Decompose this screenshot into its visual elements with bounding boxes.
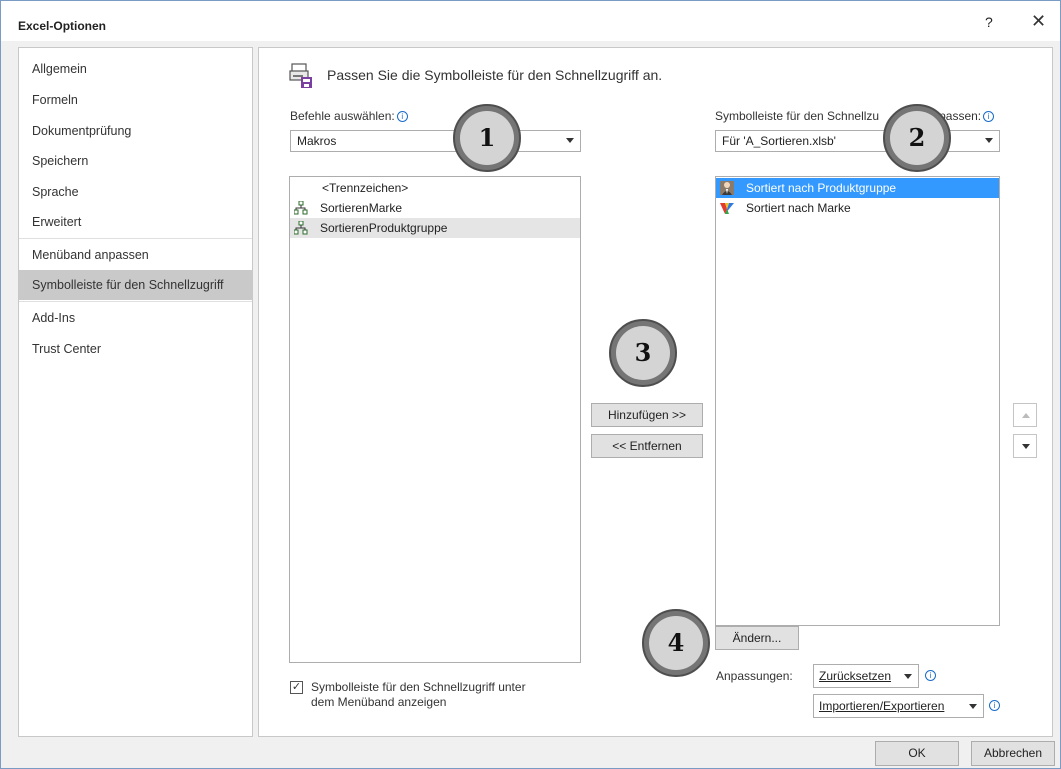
chevron-down-icon (904, 674, 912, 679)
callout-badge-4: 4 (642, 609, 710, 677)
callout-badge-1: 1 (453, 104, 521, 172)
nav-item-menueband[interactable]: Menüband anpassen (19, 240, 252, 270)
move-down-button[interactable] (1013, 434, 1037, 458)
import-export-dropdown[interactable]: Importieren/Exportieren (813, 694, 984, 718)
commands-dropdown[interactable]: Makros (290, 130, 581, 152)
cancel-button[interactable]: Abbrechen (971, 741, 1055, 766)
commands-label-text: Befehle auswählen: (290, 109, 395, 123)
excel-options-dialog: Excel-Optionen ? ✕ Allgemein Formeln Dok… (0, 0, 1061, 769)
nav-item-speichern[interactable]: Speichern (19, 146, 252, 176)
chevron-down-icon (969, 704, 977, 709)
colorful-v-icon (720, 203, 734, 214)
title-bar: Excel-Optionen ? ✕ (1, 1, 1060, 41)
callout-badge-2: 2 (883, 104, 951, 172)
list-item-label: SortierenProduktgruppe (320, 221, 448, 235)
toolbar-commands-list[interactable]: Sortiert nach Produktgruppe Sortiert nac… (715, 176, 1000, 626)
macro-icon (294, 221, 308, 235)
nav-item-formeln[interactable]: Formeln (19, 85, 252, 115)
nav-item-trust-center[interactable]: Trust Center (19, 334, 252, 364)
close-icon[interactable]: ✕ (1031, 11, 1046, 32)
nav-item-add-ins[interactable]: Add-Ins (19, 303, 252, 333)
add-button[interactable]: Hinzufügen >> (591, 403, 703, 427)
toolbar-label: Symbolleiste für den Schnellzu passen: i (715, 109, 995, 123)
macro-icon (294, 201, 308, 215)
toolbar-label-text: Symbolleiste für den Schnellzu (715, 109, 880, 123)
info-icon[interactable]: i (989, 700, 1000, 711)
nav-item-dokumentpruefung[interactable]: Dokumentprüfung (19, 116, 252, 146)
toolbar-scope-dropdown[interactable]: Für 'A_Sortieren.xlsb' (715, 130, 1000, 152)
toolbar-customize-icon (289, 63, 312, 88)
list-item-label: Sortiert nach Marke (746, 201, 851, 215)
commands-list[interactable]: <Trennzeichen> SortierenMarke SortierenP… (289, 176, 581, 663)
page-heading: Passen Sie die Symbolleiste für den Schn… (327, 67, 663, 83)
list-item[interactable]: Sortiert nach Marke (716, 198, 999, 218)
dialog-title: Excel-Optionen (18, 19, 107, 33)
callout-number: 1 (460, 111, 514, 165)
toolbar-scope-value: Für 'A_Sortieren.xlsb' (722, 134, 836, 148)
commands-dropdown-value: Makros (297, 134, 337, 148)
nav-item-schnellzugriff[interactable]: Symbolleiste für den Schnellzugriff (19, 270, 252, 300)
move-up-button[interactable] (1013, 403, 1037, 427)
import-export-label: Importieren/Exportieren (819, 699, 945, 713)
arrow-up-icon (1022, 413, 1030, 418)
list-item-label: Sortiert nach Produktgruppe (746, 181, 897, 195)
list-item[interactable]: SortierenMarke (290, 198, 580, 218)
checkbox-label-line2: dem Menüband anzeigen (311, 695, 447, 709)
nav-item-sprache[interactable]: Sprache (19, 177, 252, 207)
customizations-label: Anpassungen: (716, 669, 793, 683)
options-nav: Allgemein Formeln Dokumentprüfung Speich… (18, 47, 253, 737)
callout-number: 3 (616, 326, 670, 380)
list-item-label: <Trennzeichen> (322, 181, 409, 195)
reset-label: Zurücksetzen (819, 669, 892, 683)
list-item-label: SortierenMarke (320, 201, 403, 215)
info-icon[interactable]: i (983, 111, 995, 122)
list-item[interactable]: <Trennzeichen> (290, 178, 580, 198)
commands-label: Befehle auswählen: i (290, 109, 408, 123)
callout-number: 2 (890, 111, 944, 165)
arrow-down-icon (1022, 444, 1030, 449)
remove-button[interactable]: << Entfernen (591, 434, 703, 458)
list-item[interactable]: SortierenProduktgruppe (290, 218, 580, 238)
info-icon[interactable]: i (396, 111, 408, 122)
modify-button[interactable]: Ändern... (715, 626, 799, 650)
list-item[interactable]: Sortiert nach Produktgruppe (716, 178, 999, 198)
nav-divider (19, 301, 252, 302)
callout-badge-3: 3 (609, 319, 677, 387)
show-below-ribbon-checkbox[interactable]: ✓ (290, 681, 303, 694)
reset-dropdown[interactable]: Zurücksetzen (813, 664, 919, 688)
nav-divider (19, 238, 252, 239)
nav-item-allgemein[interactable]: Allgemein (19, 54, 252, 84)
chevron-down-icon (566, 138, 574, 143)
help-button[interactable]: ? (985, 14, 993, 30)
chevron-down-icon (985, 138, 993, 143)
info-icon[interactable]: i (925, 670, 936, 681)
ok-button[interactable]: OK (875, 741, 959, 766)
nav-item-erweitert[interactable]: Erweitert (19, 207, 252, 237)
callout-number: 4 (649, 616, 703, 670)
person-icon (720, 181, 734, 195)
checkbox-label-line1: Symbolleiste für den Schnellzugriff unte… (311, 680, 526, 694)
